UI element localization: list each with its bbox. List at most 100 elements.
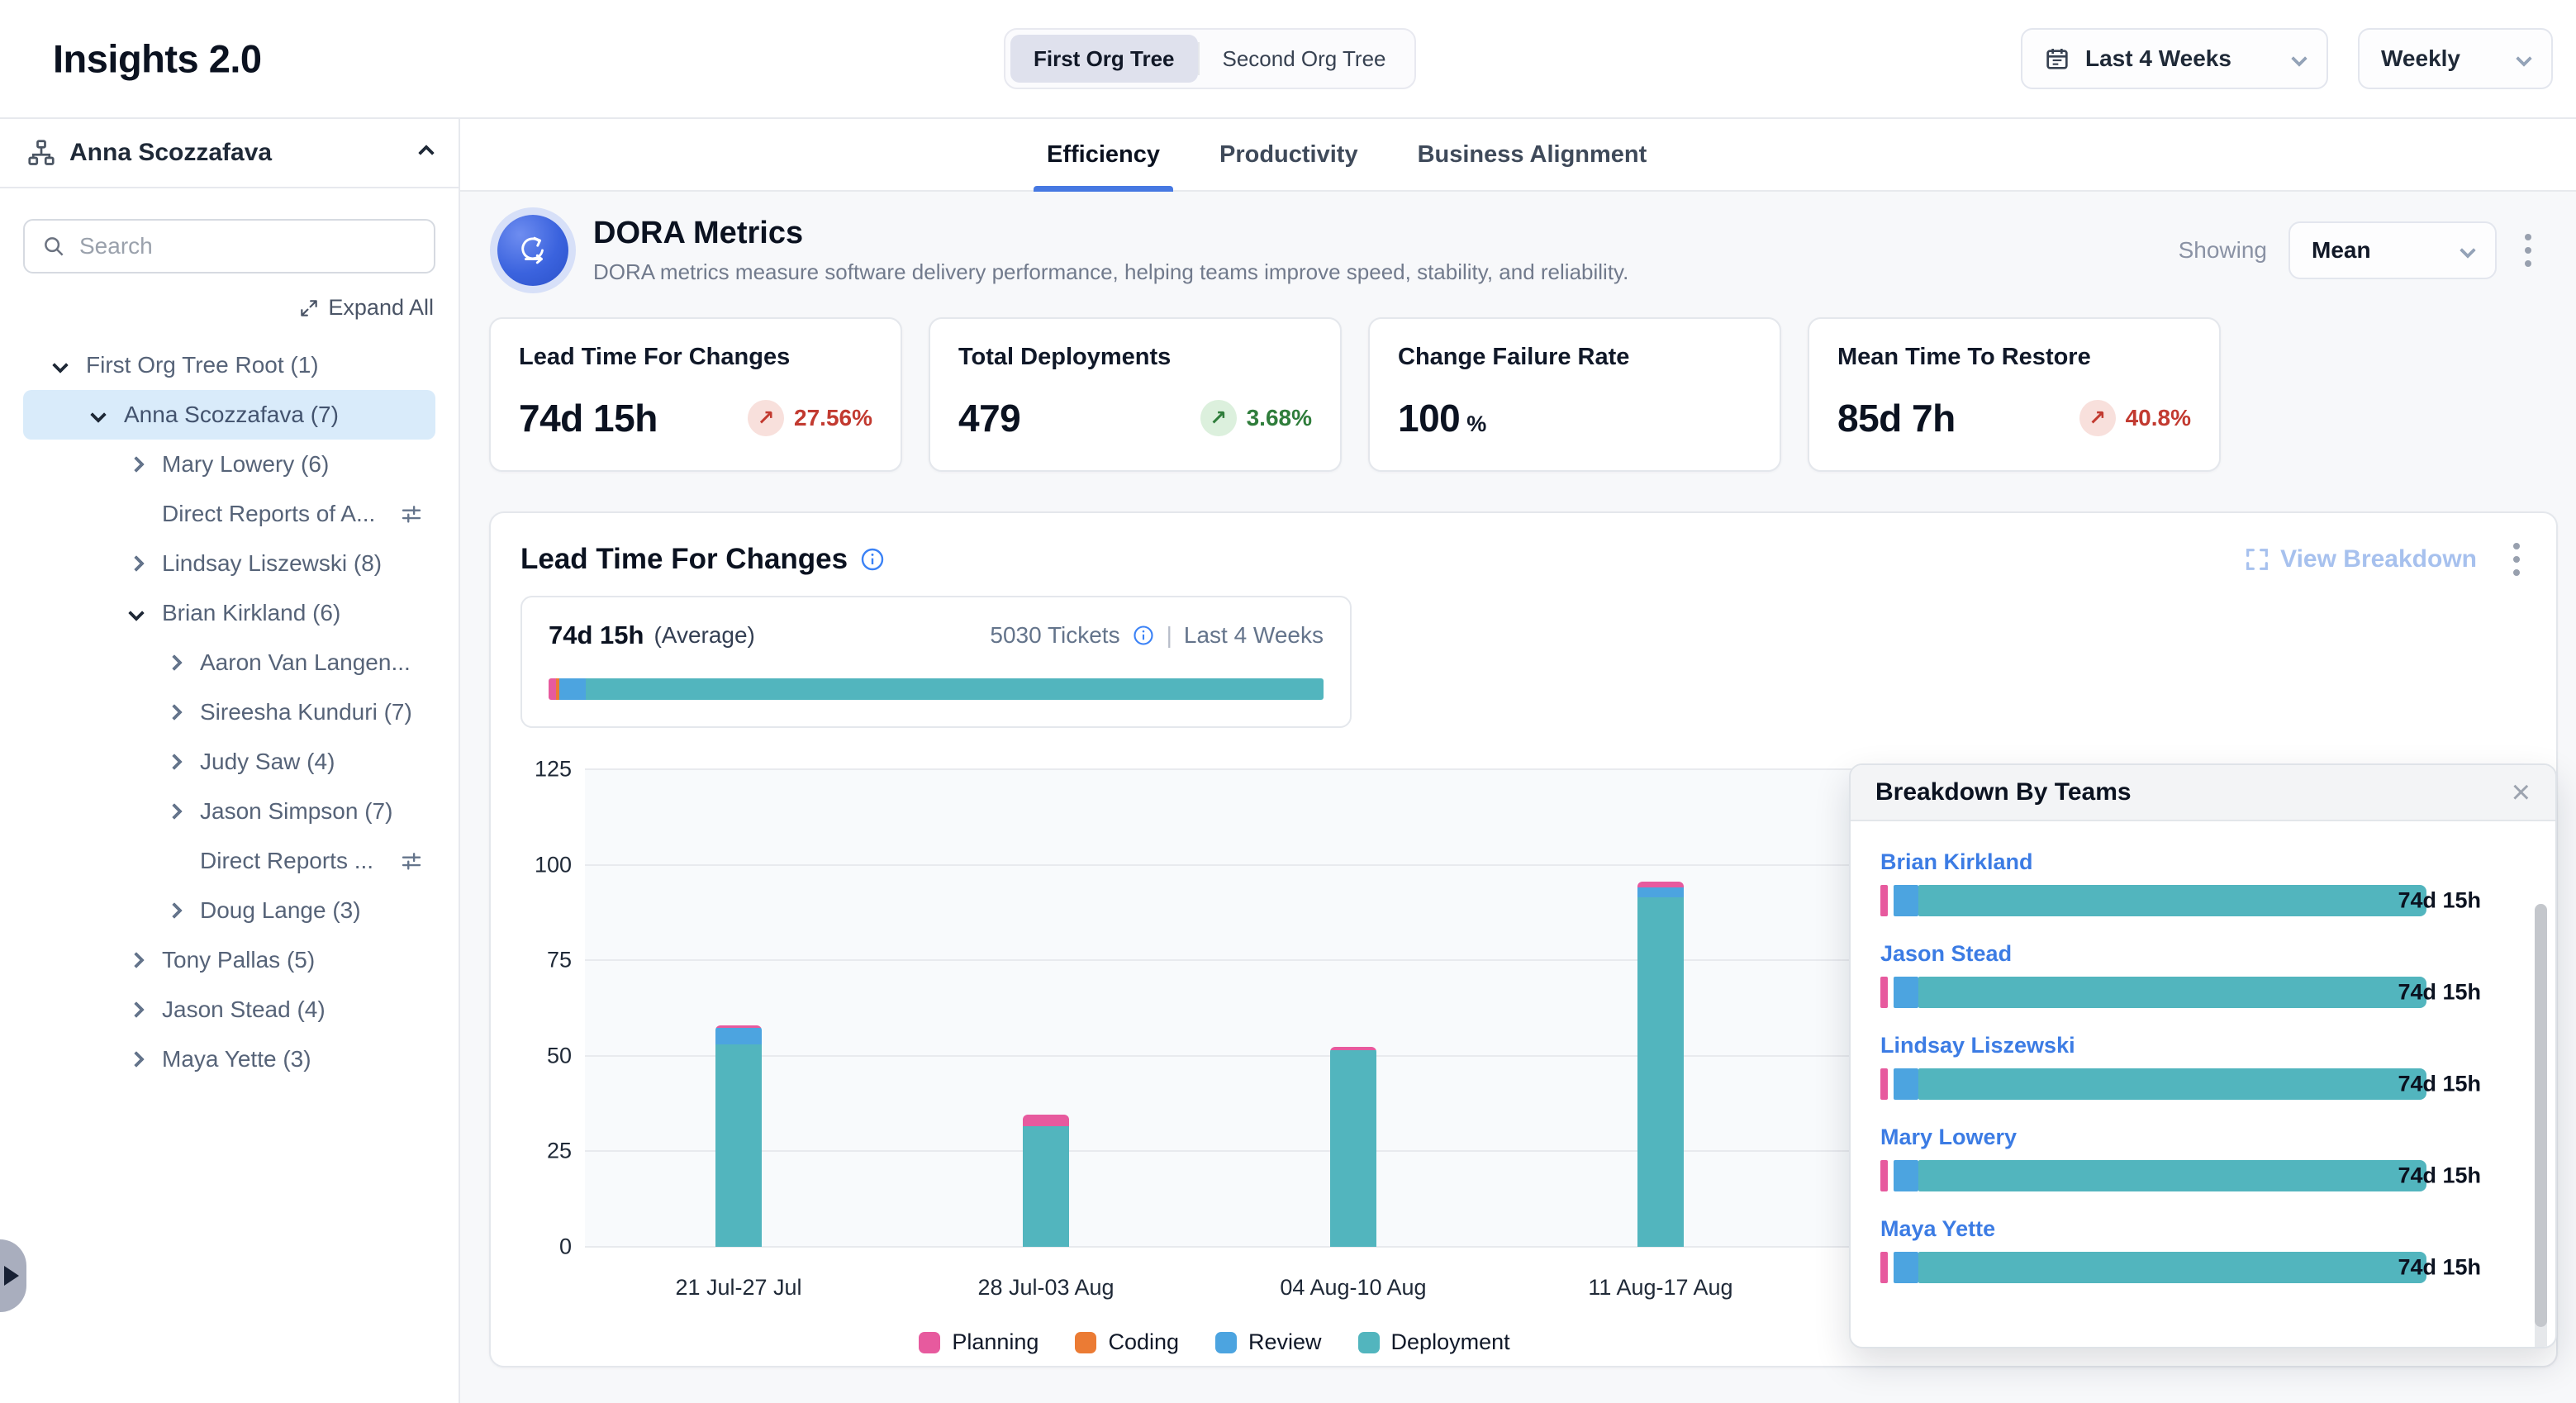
org-tree-toggle-first[interactable]: First Org Tree [1010,35,1198,83]
view-breakdown-label: View Breakdown [2280,545,2477,573]
chevron-right-icon[interactable] [166,803,183,820]
legend-item-coding: Coding [1075,1329,1179,1355]
tree-item-label: Direct Reports ... [200,848,422,874]
tree-item[interactable]: Doug Lange (3) [23,886,435,935]
granularity-value: Weekly [2381,45,2503,72]
team-name-link[interactable]: Jason Stead [1880,941,2526,967]
granularity-select[interactable]: Weekly [2358,28,2553,89]
team-name-link[interactable]: Lindsay Liszewski [1880,1033,2526,1058]
trend-arrow-icon: ↗ [2079,400,2116,436]
tree-item[interactable]: Anna Scozzafava (7) [23,390,435,440]
chevron-right-icon[interactable] [166,754,183,770]
team-bar-segment-planning [1880,1068,1888,1100]
view-breakdown-link[interactable]: View Breakdown [2244,545,2477,573]
tree-item[interactable]: Jason Simpson (7) [23,787,435,836]
x-axis-tick: 28 Jul-03 Aug [892,1275,1200,1301]
tab-business-alignment[interactable]: Business Alignment [1409,119,1656,190]
chevron-right-icon[interactable] [128,1001,145,1018]
metric-card: Total Deployments479↗3.68% [929,317,1342,472]
close-icon[interactable]: × [2512,776,2531,809]
chevron-right-icon[interactable] [128,555,145,572]
metric-card-title: Change Failure Rate [1398,344,1751,371]
trend-delta: 27.56% [794,405,872,431]
legend-label: Coding [1108,1329,1179,1355]
tree-item[interactable]: Mary Lowery (6) [23,440,435,489]
bar-segment-deployment [1023,1126,1069,1247]
org-chart-icon [26,138,56,168]
metric-card-value: 85d 7h [1837,397,1956,440]
team-name-link[interactable]: Maya Yette [1880,1216,2526,1242]
tree-item[interactable]: Maya Yette (3) [23,1034,435,1084]
team-value: 74d 15h [2398,1255,2481,1281]
calendar-icon [2044,45,2070,72]
team-bar: 74d 15h [1880,977,2426,1008]
info-icon[interactable] [1132,624,1155,647]
tree-item[interactable]: Aaron Van Langen... [23,638,435,687]
aggregation-select[interactable]: Mean [2288,221,2497,279]
team-row: Lindsay Liszewski74d 15h [1880,1033,2526,1100]
dora-kebab-menu[interactable] [2518,227,2538,273]
date-range-select[interactable]: Last 4 Weeks [2021,28,2328,89]
chevron-right-icon[interactable] [166,902,183,919]
team-bar: 74d 15h [1880,885,2426,916]
tree-item-label: Judy Saw (4) [200,749,422,775]
legend-label: Review [1248,1329,1322,1355]
expand-all-link[interactable]: Expand All [298,295,434,321]
search-input[interactable] [79,233,417,259]
tab-productivity[interactable]: Productivity [1211,119,1366,190]
team-value: 74d 15h [2398,1163,2481,1189]
metric-card-title: Total Deployments [958,344,1312,371]
tree-item[interactable]: Direct Reports ... [23,836,435,886]
tree-item[interactable]: Judy Saw (4) [23,737,435,787]
tree-item[interactable]: Sireesha Kunduri (7) [23,687,435,737]
tree-item-label: Jason Stead (4) [162,996,422,1023]
bar-segment-planning [1637,882,1684,887]
chevron-right-icon[interactable] [166,704,183,721]
y-axis-tick: 100 [520,852,572,877]
chevron-down-icon[interactable] [52,357,69,373]
team-name-link[interactable]: Brian Kirkland [1880,849,2526,875]
team-row: Maya Yette 74d 15h [1880,1216,2526,1283]
x-axis-tick: 11 Aug-17 Aug [1507,1275,1814,1301]
metric-card-value: 479 [958,397,1020,440]
team-row: Jason Stead 74d 15h [1880,941,2526,1008]
chevron-right-icon[interactable] [128,952,145,968]
org-tree-toggle: First Org Tree Second Org Tree [1004,28,1416,89]
scrollbar-track[interactable] [2535,904,2547,1348]
chevron-right-icon[interactable] [128,456,145,473]
filters-icon[interactable] [399,849,424,873]
chevron-right-icon[interactable] [128,1051,145,1068]
chevron-down-icon[interactable] [90,407,107,423]
tree-item[interactable]: Jason Stead (4) [23,985,435,1034]
sidebar-search[interactable] [23,219,435,273]
org-tree-toggle-second[interactable]: Second Org Tree [1200,35,1409,83]
sidebar-header[interactable]: Anna Scozzafava [0,119,459,188]
tree-item[interactable]: Direct Reports of A... [23,489,435,539]
tree-item[interactable]: Tony Pallas (5) [23,935,435,985]
info-icon[interactable] [859,546,886,573]
legend-label: Deployment [1391,1329,1510,1355]
team-bar-segment-deployment [1918,1068,2426,1100]
legend-swatch [1075,1332,1096,1353]
team-bar-segment-planning [1880,885,1888,916]
chevron-right-icon[interactable] [166,654,183,671]
stacked-bar [1330,1047,1376,1247]
filters-icon[interactable] [399,502,424,526]
tree-item[interactable]: Brian Kirkland (6) [23,588,435,638]
team-name-link[interactable]: Mary Lowery [1880,1125,2526,1150]
phase-distribution-bar [549,678,1324,700]
tab-efficiency[interactable]: Efficiency [1038,119,1168,190]
lead-time-title: Lead Time For Changes [520,543,848,576]
trend-delta: 40.8% [2126,405,2191,431]
scrollbar-thumb[interactable] [2535,904,2547,1327]
top-header: Insights 2.0 First Org Tree Second Org T… [0,0,2576,119]
team-bar: 74d 15h [1880,1252,2426,1283]
lead-time-kebab-menu[interactable] [2507,536,2526,583]
aggregation-value: Mean [2312,237,2447,264]
tree-item-label: Jason Simpson (7) [200,798,422,825]
tree-item[interactable]: Lindsay Liszewski (8) [23,539,435,588]
dora-subtitle: DORA metrics measure software delivery p… [593,259,2179,285]
chevron-down-icon[interactable] [128,605,145,621]
tree-item[interactable]: First Org Tree Root (1) [23,340,435,390]
collapse-sidebar-icon[interactable] [418,145,435,161]
